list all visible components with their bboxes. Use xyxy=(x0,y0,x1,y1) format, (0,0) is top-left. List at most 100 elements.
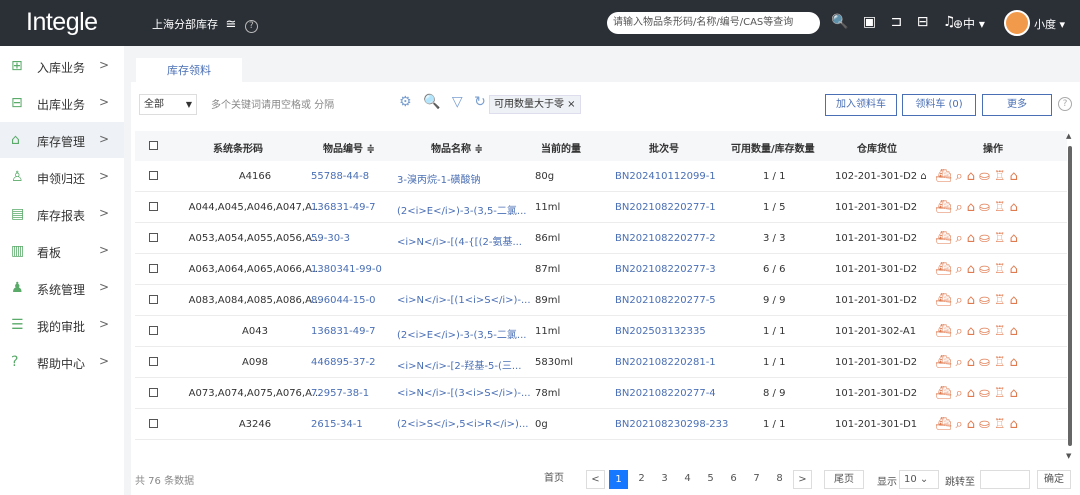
cell-name[interactable]: <i>N</i>-[(4-{[(2-氨基... xyxy=(397,233,522,248)
language-switch[interactable]: ⊕中 ▾ xyxy=(953,15,985,32)
goto-confirm-button[interactable]: 确定 xyxy=(1037,470,1071,489)
cell-batch[interactable]: BN202108220277-5 xyxy=(615,295,716,306)
row-checkbox[interactable] xyxy=(149,326,158,335)
cell-batch[interactable]: BN202410112099-1 xyxy=(615,171,716,182)
cell-name[interactable]: 3-溴丙烷-1-磺酸钠 xyxy=(397,171,481,186)
table-row[interactable]: A3246 2615-34-1 (2<i>S</i>,5<i>R</i>)... 0g… xyxy=(135,409,1067,440)
row-action-icons[interactable]: ⛴⌕⌂⛀♖⌂ xyxy=(935,169,1022,184)
table-row[interactable]: A053,A054,A055,A056,A... 59-30-3 <i>N</i>-… xyxy=(135,223,1067,254)
row-action-icons[interactable]: ⛴⌕⌂⛀♖⌂ xyxy=(935,386,1022,401)
scan-icon[interactable]: ▣ xyxy=(863,14,876,30)
global-search-input[interactable]: 请输入物品条形码/名称/编号/CAS等查询 xyxy=(607,12,820,34)
sidebar-item-approval[interactable]: ☰ 我的审批 > xyxy=(0,307,124,343)
row-checkbox[interactable] xyxy=(149,233,158,242)
cell-batch[interactable]: BN202108220277-2 xyxy=(615,233,716,244)
sidebar-item-dashboard[interactable]: ▥ 看板 > xyxy=(0,233,124,269)
cell-item-no[interactable]: 136831-49-7 xyxy=(311,326,375,337)
cell-item-no[interactable]: 1380341-99-0 xyxy=(311,264,382,275)
sidebar-item-help[interactable]: ? 帮助中心 > xyxy=(0,344,124,380)
cell-item-no[interactable]: 896044-15-0 xyxy=(311,295,375,306)
row-checkbox[interactable] xyxy=(149,388,158,397)
table-row[interactable]: A063,A064,A065,A066,A... 1380341-99-0 87ml… xyxy=(135,254,1067,285)
prev-page-button[interactable]: < xyxy=(586,470,605,489)
user-menu[interactable]: 小度 ▾ xyxy=(1034,16,1065,32)
cell-item-no[interactable]: 72957-38-1 xyxy=(311,388,369,399)
row-action-icons[interactable]: ⛴⌕⌂⛀♖⌂ xyxy=(935,200,1022,215)
filter-icon[interactable]: ≅ xyxy=(226,17,237,32)
print-icon[interactable]: ⊟ xyxy=(917,14,929,30)
tag-icon[interactable]: ⊐ xyxy=(891,14,903,30)
cart-button[interactable]: 领料车 (0) xyxy=(902,94,976,116)
page-1[interactable]: 1 xyxy=(609,470,628,489)
add-to-cart-button[interactable]: 加入领料车 xyxy=(825,94,897,116)
page-5[interactable]: 5 xyxy=(701,470,720,489)
page-6[interactable]: 6 xyxy=(724,470,743,489)
table-row[interactable]: A4166 55788-44-8 3-溴丙烷-1-磺酸钠 80g BN202410112… xyxy=(135,161,1067,192)
scrollbar-thumb[interactable] xyxy=(1068,146,1072,446)
location-selector[interactable]: 上海分部库存 ≅ ? xyxy=(152,16,258,33)
settings-icon[interactable]: ⚙ xyxy=(399,94,412,110)
page-3[interactable]: 3 xyxy=(655,470,674,489)
cell-batch[interactable]: BN202108230298-233 xyxy=(615,419,728,430)
funnel-icon[interactable]: ▽ xyxy=(452,94,463,110)
scroll-up-icon[interactable]: ▲ xyxy=(1066,132,1071,140)
search-icon[interactable]: 🔍 xyxy=(831,14,848,30)
cell-name[interactable]: <i>N</i>-[2-羟基-5-(三... xyxy=(397,357,521,372)
page-7[interactable]: 7 xyxy=(747,470,766,489)
col-name[interactable]: 物品名称 ≑ xyxy=(431,140,483,155)
refresh-icon[interactable]: ↻ xyxy=(474,94,486,110)
sidebar-item-claim[interactable]: ♙ 申领归还 > xyxy=(0,159,124,195)
sidebar-item-system[interactable]: ♟ 系统管理 > xyxy=(0,270,124,306)
search-icon[interactable]: 🔍 xyxy=(423,94,440,110)
cell-name[interactable]: <i>N</i>-[(1<i>S</i>)-... xyxy=(397,295,531,306)
table-row[interactable]: A044,A045,A046,A047,A... 136831-49-7 (2<i>… xyxy=(135,192,1067,223)
scroll-down-icon[interactable]: ▼ xyxy=(1066,452,1071,460)
sidebar-item-inbound[interactable]: ⊞ 入库业务 > xyxy=(0,48,124,84)
row-action-icons[interactable]: ⛴⌕⌂⛀♖⌂ xyxy=(935,262,1022,277)
table-row[interactable]: A043 136831-49-7 (2<i>E</i>)-3-(3,5-二氯... 1… xyxy=(135,316,1067,347)
first-page-button[interactable]: 首页 xyxy=(534,470,574,489)
app-logo[interactable]: Integle xyxy=(26,8,98,37)
sidebar-item-inventory[interactable]: ⌂ 库存管理 > xyxy=(0,122,124,158)
row-action-icons[interactable]: ⛴⌕⌂⛀♖⌂ xyxy=(935,293,1022,308)
row-checkbox[interactable] xyxy=(149,264,158,273)
row-checkbox[interactable] xyxy=(149,295,158,304)
cell-name[interactable]: (2<i>E</i>)-3-(3,5-二氯... xyxy=(397,202,526,217)
per-page-select[interactable]: 10 ⌄ xyxy=(899,470,939,489)
row-checkbox[interactable] xyxy=(149,171,158,180)
cell-item-no[interactable]: 59-30-3 xyxy=(311,233,350,244)
table-row[interactable]: A098 446895-37-2 <i>N</i>-[2-羟基-5-(三... 583… xyxy=(135,347,1067,378)
cell-item-no[interactable]: 2615-34-1 xyxy=(311,419,363,430)
row-checkbox[interactable] xyxy=(149,419,158,428)
more-button[interactable]: 更多 xyxy=(982,94,1052,116)
goto-page-input[interactable] xyxy=(980,470,1030,489)
cell-item-no[interactable]: 55788-44-8 xyxy=(311,171,369,182)
select-all-checkbox[interactable] xyxy=(149,141,158,150)
table-row[interactable]: A073,A074,A075,A076,A... 72957-38-1 <i>N</… xyxy=(135,378,1067,409)
sidebar-item-report[interactable]: ▤ 库存报表 > xyxy=(0,196,124,232)
avatar[interactable] xyxy=(1004,10,1030,36)
row-action-icons[interactable]: ⛴⌕⌂⛀♖⌂ xyxy=(935,231,1022,246)
next-page-button[interactable]: > xyxy=(793,470,812,489)
cell-name[interactable]: <i>N</i>-[(3<i>S</i>)-... xyxy=(397,388,531,399)
help-icon[interactable]: ? xyxy=(244,20,258,33)
cell-item-no[interactable]: 136831-49-7 xyxy=(311,202,375,213)
scope-select[interactable]: 全部 ▼ xyxy=(139,94,197,115)
row-action-icons[interactable]: ⛴⌕⌂⛀♖⌂ xyxy=(935,355,1022,370)
filter-chip[interactable]: 可用数量大于零 × xyxy=(489,95,581,114)
table-row[interactable]: A083,A084,A085,A086,A... 896044-15-0 <i>N<… xyxy=(135,285,1067,316)
help-icon[interactable]: ? xyxy=(1058,97,1072,111)
cell-name[interactable]: (2<i>E</i>)-3-(3,5-二氯... xyxy=(397,326,526,341)
col-item-no[interactable]: 物品编号 ≑ xyxy=(323,140,375,155)
cell-batch[interactable]: BN202503132335 xyxy=(615,326,706,337)
cell-batch[interactable]: BN202108220277-1 xyxy=(615,202,716,213)
cell-batch[interactable]: BN202108220277-3 xyxy=(615,264,716,275)
cell-item-no[interactable]: 446895-37-2 xyxy=(311,357,375,368)
row-action-icons[interactable]: ⛴⌕⌂⛀♖⌂ xyxy=(935,324,1022,339)
row-checkbox[interactable] xyxy=(149,357,158,366)
page-4[interactable]: 4 xyxy=(678,470,697,489)
tab-inventory-requisition[interactable]: 库存领料 xyxy=(136,58,242,82)
page-8[interactable]: 8 xyxy=(770,470,789,489)
table-scrollbar[interactable]: ▲ ▼ xyxy=(1066,132,1074,462)
cell-name[interactable]: (2<i>S</i>,5<i>R</i>)... xyxy=(397,419,528,430)
